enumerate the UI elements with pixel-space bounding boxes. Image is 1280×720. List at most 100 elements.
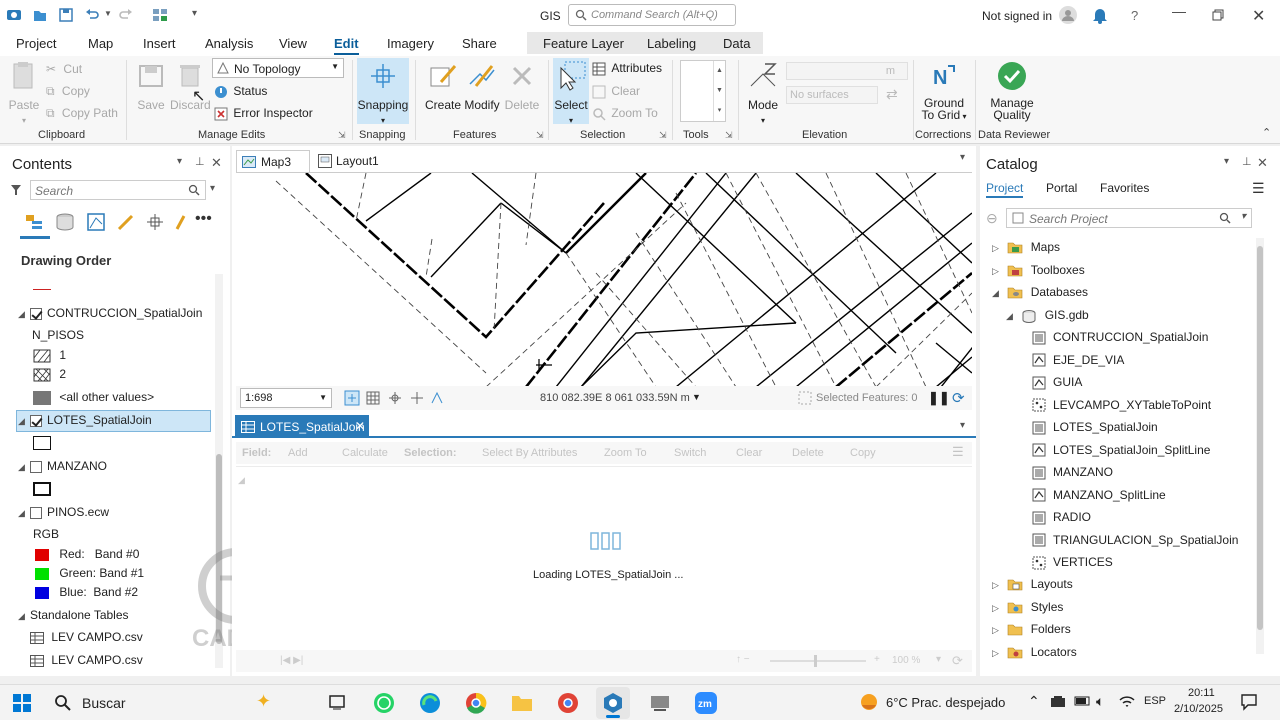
gdb-feature-class[interactable]: TRIANGULACION_Sp_SpatialJoin [1032, 533, 1238, 548]
selection-view-icon[interactable] [86, 212, 106, 235]
restore-icon[interactable] [1212, 9, 1224, 24]
table-nav-icon[interactable]: |◀ ▶| [280, 655, 303, 666]
expand-icon[interactable]: ◢ [18, 611, 30, 622]
pin-icon[interactable]: ⊥ [195, 155, 205, 168]
tab-map[interactable]: Map [88, 36, 113, 51]
undo-dropdown-icon[interactable]: ▼ [104, 9, 112, 18]
network-app-icon[interactable] [648, 692, 672, 717]
customize-quick-access-icon[interactable]: ▾ [192, 8, 197, 19]
expand-icon[interactable]: ▷ [992, 625, 1004, 636]
notifications-icon[interactable] [1092, 6, 1108, 27]
tray-app-icon[interactable] [1050, 694, 1066, 713]
error-inspector-button[interactable]: Error Inspector [214, 106, 313, 121]
catalog-item-folders[interactable]: ▷ Folders [992, 622, 1071, 636]
catalog-item-maps[interactable]: ▷ Maps [992, 240, 1060, 254]
minimize-icon[interactable]: — [1172, 3, 1186, 19]
snapping-button[interactable]: Snapping ▾ [357, 58, 409, 125]
tab-edit[interactable]: Edit [334, 36, 359, 55]
elevation-mode-button[interactable]: Mode ▾ [744, 60, 782, 126]
new-project-icon[interactable] [32, 7, 48, 26]
calculate-field-button[interactable]: Calculate [342, 447, 388, 459]
symbol-class-1[interactable]: 1 [33, 348, 66, 363]
symbol-class-2[interactable]: 2 [33, 367, 66, 382]
user-avatar-icon[interactable] [1058, 5, 1078, 28]
layer-visibility-checkbox[interactable] [30, 460, 42, 473]
switch-selection-button[interactable]: Switch [674, 447, 706, 459]
clear-table-selection-button[interactable]: Clear [736, 447, 762, 459]
zoom-app-icon[interactable]: zm [694, 691, 718, 718]
back-icon[interactable]: ⊖ [986, 210, 998, 227]
expand-icon[interactable]: ◢ [18, 309, 30, 320]
copy-button[interactable]: ⧉ Copy [46, 84, 90, 99]
collapse-icon[interactable]: ◢ [992, 288, 1004, 299]
tab-layout1[interactable]: Layout1 [316, 150, 396, 172]
surface-tool-icon[interactable]: ⇄ [886, 86, 898, 103]
catalog-menu-icon[interactable]: ☰ [1252, 180, 1265, 197]
search-options-icon[interactable]: ▾ [1241, 211, 1246, 222]
taskbar-date[interactable]: 2/10/2025 [1174, 703, 1223, 715]
gdb-feature-class[interactable]: GUIA [1032, 375, 1082, 390]
gdb-feature-class[interactable]: EJE_DE_VIA [1032, 353, 1124, 368]
dialog-launcher-icon[interactable]: ⇲ [338, 130, 346, 141]
file-explorer-icon[interactable] [510, 692, 534, 717]
selected-features-icon[interactable] [798, 391, 812, 408]
add-field-button[interactable]: Add [288, 447, 308, 459]
coordinate-format-icon[interactable]: ▼ [692, 392, 701, 402]
catalog-tab-portal[interactable]: Portal [1046, 181, 1077, 195]
polygon-symbol-icon[interactable] [33, 482, 51, 496]
gdb-feature-class[interactable]: RADIO [1032, 510, 1091, 525]
topology-dropdown[interactable]: No Topology ▼ [212, 58, 344, 78]
signin-status[interactable]: Not signed in [982, 9, 1052, 23]
expand-icon[interactable]: ▷ [992, 648, 1004, 659]
pin-icon[interactable]: ⊥ [1242, 155, 1252, 168]
pane-options-icon[interactable]: ▾ [1224, 156, 1229, 167]
table-zoom-to-button[interactable]: Zoom To [604, 447, 647, 459]
redo-icon[interactable] [118, 7, 134, 26]
paste-button[interactable]: Paste ▾ [6, 60, 42, 126]
refresh-table-icon[interactable]: ⟳ [952, 653, 963, 669]
scrollbar-thumb[interactable] [1257, 246, 1263, 630]
drawing-order-icon[interactable] [24, 212, 44, 235]
volume-icon[interactable]: 🔈︎ [1096, 693, 1104, 710]
filter-icon[interactable] [10, 184, 22, 199]
zoom-to-selection-button[interactable]: Zoom To [592, 106, 658, 121]
arcgis-pro-taskbar-button[interactable] [596, 687, 630, 719]
close-pane-icon[interactable]: ✕ [1257, 155, 1268, 171]
zoom-in-icon[interactable]: + [874, 654, 880, 665]
expand-icon[interactable]: ▷ [992, 603, 1004, 614]
tab-feature-layer[interactable]: Feature Layer [543, 36, 624, 51]
manage-quality-button[interactable]: Manage Quality [984, 60, 1040, 121]
catalog-item-layouts[interactable]: ▷ Layouts [992, 577, 1073, 591]
band-blue[interactable]: Blue: Band #2 [35, 585, 138, 599]
zoom-dropdown-icon[interactable]: ▾ [936, 654, 941, 665]
layer-lotes[interactable]: ◢ LOTES_SpatialJoin [18, 413, 152, 427]
tab-analysis[interactable]: Analysis [205, 36, 253, 51]
table-item[interactable]: LEV CAMPO.csv [30, 630, 143, 644]
gdb-feature-class[interactable]: LOTES_SpatialJoin [1032, 420, 1158, 435]
map-parcel-lines[interactable] [236, 173, 972, 386]
notification-center-icon[interactable] [1240, 693, 1258, 714]
zoom-slider-thumb[interactable] [814, 655, 817, 667]
catalog-tab-favorites[interactable]: Favorites [1100, 181, 1149, 195]
gallery-scroll-icon[interactable]: ▲ ▼ ▾ [713, 61, 725, 121]
save-edits-button[interactable]: Save [134, 60, 168, 112]
pane-options-icon[interactable]: ▾ [177, 156, 182, 167]
more-options-icon[interactable]: ••• [195, 210, 212, 228]
expand-icon[interactable]: ◢ [18, 462, 30, 473]
elevation-value-field[interactable]: m [786, 62, 908, 80]
help-icon[interactable]: ? [1131, 8, 1138, 23]
search-options-icon[interactable]: ▾ [210, 183, 215, 194]
tab-lotes-table[interactable]: LOTES_SpatialJoin ✕ [235, 415, 369, 438]
app-icon[interactable] [6, 7, 22, 23]
command-search-input[interactable]: Command Search (Alt+Q) [568, 4, 736, 26]
status-button[interactable]: Status [214, 84, 267, 99]
tab-insert[interactable]: Insert [143, 36, 176, 51]
close-pane-icon[interactable]: ✕ [211, 155, 222, 171]
cut-button[interactable]: ✂ Cut [46, 62, 82, 76]
constraints-icon[interactable] [388, 391, 402, 408]
catalog-search-input[interactable]: Search Project ▾ [1006, 208, 1252, 228]
map-view-tools-icon[interactable] [344, 390, 360, 409]
expand-icon[interactable]: ▷ [992, 243, 1004, 254]
labeling-view-icon[interactable] [174, 212, 188, 235]
collapse-ribbon-icon[interactable]: ⌃ [1262, 126, 1271, 139]
